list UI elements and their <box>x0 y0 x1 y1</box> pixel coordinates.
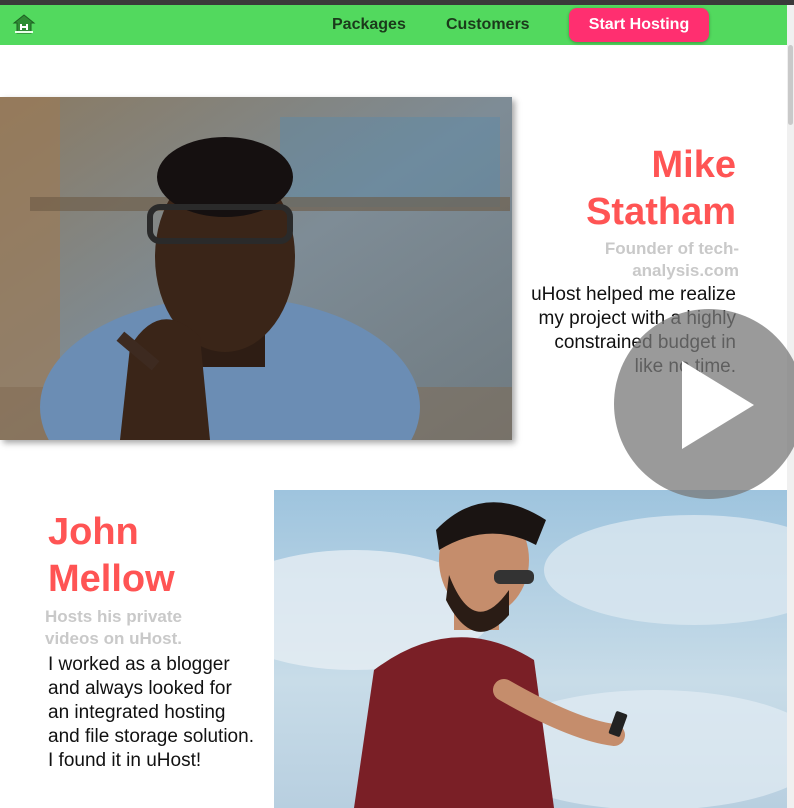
testimonial-quote-john: I worked as a blogger and always looked … <box>48 654 254 771</box>
testimonial-name-mike: Mike Statham <box>586 142 736 236</box>
customer-photo-mike <box>0 97 512 440</box>
name-line: Mellow <box>48 558 175 600</box>
nav-link-packages[interactable]: Packages <box>332 16 406 34</box>
play-icon <box>682 361 754 449</box>
scrollbar-thumb[interactable] <box>788 45 793 125</box>
customer-photo-john <box>274 490 787 808</box>
uhost-logo-icon[interactable] <box>12 12 36 36</box>
name-line: John <box>48 511 139 553</box>
testimonial-name-john: John Mellow <box>48 509 175 603</box>
start-hosting-button[interactable]: Start Hosting <box>569 8 709 42</box>
testimonial-role-john: Hosts his private videos on uHost. <box>45 607 182 648</box>
testimonial-role-mike: Founder of tech-analysis.com <box>604 239 739 280</box>
name-line: Statham <box>586 191 736 233</box>
nav-link-customers[interactable]: Customers <box>446 16 530 34</box>
video-play-overlay[interactable] <box>614 309 794 499</box>
main-header: Packages Customers Start Hosting <box>0 5 787 45</box>
name-line: Mike <box>651 144 736 186</box>
